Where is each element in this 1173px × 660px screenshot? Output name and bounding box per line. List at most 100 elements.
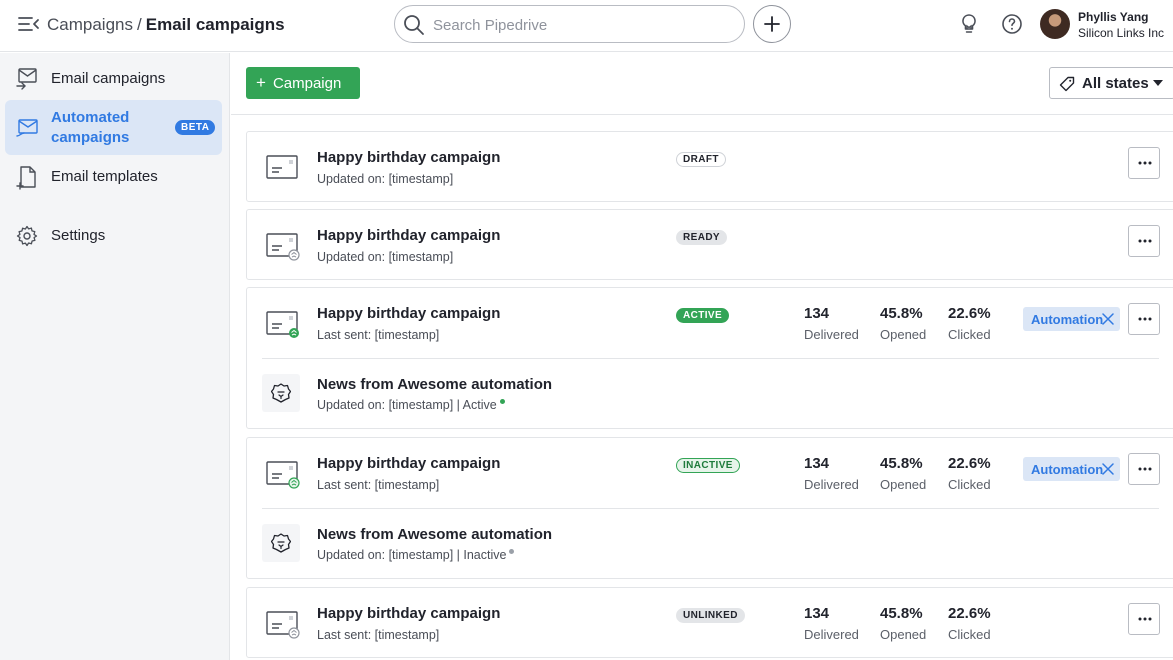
main-content: + Campaign All states Happy birthday camp…	[231, 53, 1173, 660]
campaign-card[interactable]: Happy birthday campaign Updated on: [tim…	[246, 131, 1173, 202]
automation-tag[interactable]: Automation	[1023, 307, 1120, 331]
more-actions-button[interactable]	[1128, 225, 1160, 257]
stat-opened-label: Opened	[880, 327, 927, 342]
campaign-card[interactable]: Happy birthday campaign Last sent: [time…	[246, 437, 1173, 579]
automation-tag-label: Automation	[1031, 462, 1104, 477]
more-actions-button[interactable]	[1128, 303, 1160, 335]
automation-updated: Updated on: [timestamp] | Active	[317, 398, 497, 412]
automation-avatar	[262, 524, 300, 562]
stat-delivered-value: 134	[804, 305, 830, 322]
lion-icon	[271, 383, 291, 403]
state-filter-dropdown[interactable]: All states	[1049, 67, 1173, 99]
campaign-title[interactable]: Happy birthday campaign	[317, 227, 500, 244]
campaign-card[interactable]: Happy birthday campaign Last sent: [time…	[246, 587, 1173, 658]
automation-title[interactable]: News from Awesome automation	[317, 376, 552, 393]
stat-opened-label: Opened	[880, 627, 927, 642]
stat-delivered-label: Delivered	[804, 627, 859, 642]
email-automation-icon	[266, 311, 299, 338]
unlink-icon[interactable]	[1102, 463, 1114, 475]
campaign-title[interactable]: Happy birthday campaign	[317, 605, 500, 622]
email-automation-icon	[266, 233, 300, 261]
sidebar-item-label: Automated campaigns	[51, 109, 130, 146]
stat-opened-label: Opened	[880, 477, 927, 492]
more-actions-button[interactable]	[1128, 147, 1160, 179]
search-box[interactable]	[394, 5, 745, 43]
inactive-status-dot	[509, 549, 515, 554]
status-badge: UNLINKED	[676, 608, 745, 623]
campaign-title[interactable]: Happy birthday campaign	[317, 305, 500, 322]
more-icon	[1138, 467, 1152, 471]
status-badge: ACTIVE	[676, 308, 730, 323]
gear-icon	[16, 225, 38, 247]
lion-icon	[271, 533, 291, 553]
chevron-down-icon	[1153, 80, 1163, 86]
automation-avatar	[262, 374, 300, 412]
status-badge: DRAFT	[676, 152, 726, 167]
tag-icon	[1059, 76, 1075, 92]
plus-icon	[764, 16, 780, 32]
divider	[262, 508, 1159, 509]
more-actions-button[interactable]	[1128, 603, 1160, 635]
email-automation-icon	[266, 461, 300, 489]
breadcrumb-separator: /	[137, 15, 142, 34]
stat-delivered-value: 134	[804, 605, 830, 622]
campaign-last-sent: Last sent: [timestamp]	[317, 478, 440, 492]
breadcrumb: Campaigns / Email campaigns	[47, 15, 285, 35]
status-badge: READY	[676, 230, 728, 245]
sidebar-item-email-campaigns[interactable]: Email campaigns	[5, 65, 222, 93]
more-actions-button[interactable]	[1128, 453, 1160, 485]
stat-clicked-label: Clicked	[948, 627, 991, 642]
avatar[interactable]	[1040, 9, 1070, 39]
breadcrumb-campaigns-link[interactable]: Campaigns	[47, 15, 133, 34]
more-icon	[1138, 617, 1152, 621]
beta-badge: BETA	[175, 120, 216, 135]
stat-opened-value: 45.8%	[880, 305, 923, 322]
campaign-card[interactable]: Happy birthday campaign Last sent: [time…	[246, 287, 1173, 429]
stat-clicked-label: Clicked	[948, 327, 991, 342]
stat-delivered-label: Delivered	[804, 327, 859, 342]
automation-updated: Updated on: [timestamp] | Inactive	[317, 548, 507, 562]
stat-clicked-value: 22.6%	[948, 455, 991, 472]
template-icon	[16, 166, 36, 190]
sidebar-item-email-templates[interactable]: Email templates	[5, 163, 222, 191]
campaign-last-sent: Last sent: [timestamp]	[317, 628, 440, 642]
stat-delivered-value: 134	[804, 455, 830, 472]
sidebar-item-label: Settings	[51, 227, 106, 244]
email-draft-icon	[266, 155, 298, 179]
help-icon[interactable]	[1000, 12, 1024, 36]
sidebar-item-automated-campaigns[interactable]: Automated campaigns BETA	[5, 100, 222, 155]
more-icon	[1138, 239, 1152, 243]
top-bar: Campaigns/Email campaigns Phyllis Yang S…	[0, 0, 1173, 52]
automation-tag[interactable]: Automation	[1023, 457, 1120, 481]
campaign-title[interactable]: Happy birthday campaign	[317, 149, 500, 166]
sidebar-item-label: Email campaigns	[51, 70, 166, 87]
automation-tag-label: Automation	[1031, 312, 1104, 327]
sidebar: Email campaigns Automated campaigns BETA…	[0, 53, 230, 660]
campaign-updated: Updated on: [timestamp]	[317, 172, 454, 186]
stat-opened-value: 45.8%	[880, 605, 923, 622]
collapse-menu-icon[interactable]	[16, 14, 40, 34]
unlink-icon[interactable]	[1102, 313, 1114, 325]
more-icon	[1138, 161, 1152, 165]
campaign-last-sent: Last sent: [timestamp]	[317, 328, 440, 342]
page-title: Email campaigns	[145, 15, 285, 34]
stat-clicked-label: Clicked	[948, 477, 991, 492]
quick-add-button[interactable]	[753, 5, 791, 43]
campaign-title[interactable]: Happy birthday campaign	[317, 455, 500, 472]
campaign-updated: Updated on: [timestamp]	[317, 250, 454, 264]
email-automation-icon	[266, 611, 300, 639]
toolbar: + Campaign All states	[231, 53, 1173, 115]
campaign-card[interactable]: Happy birthday campaign Updated on: [tim…	[246, 209, 1173, 280]
user-name: Phyllis Yang	[1078, 10, 1149, 24]
stat-clicked-value: 22.6%	[948, 605, 991, 622]
divider	[262, 358, 1159, 359]
search-input[interactable]	[433, 14, 733, 36]
sidebar-item-settings[interactable]: Settings	[5, 222, 222, 250]
add-campaign-button[interactable]: + Campaign	[246, 67, 360, 99]
automation-title[interactable]: News from Awesome automation	[317, 526, 552, 543]
email-campaign-icon	[16, 68, 37, 90]
automation-status-line: Updated on: [timestamp] | Active	[317, 398, 505, 412]
automation-status-line: Updated on: [timestamp] | Inactive	[317, 548, 515, 562]
lightbulb-icon[interactable]	[957, 12, 981, 36]
more-icon	[1138, 317, 1152, 321]
